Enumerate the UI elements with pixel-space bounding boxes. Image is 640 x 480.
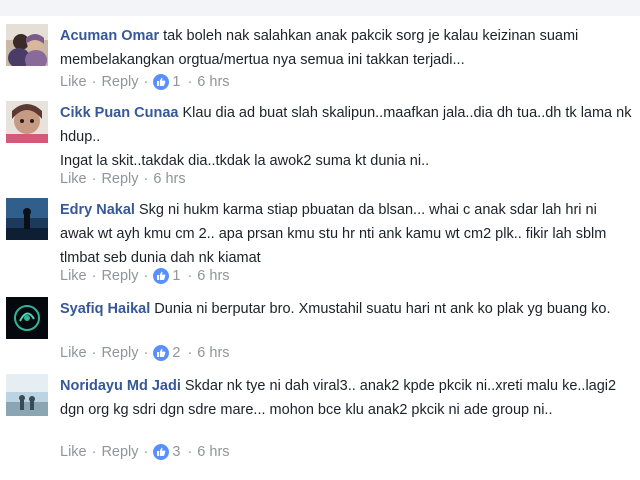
- like-button[interactable]: Like: [60, 266, 87, 286]
- comment-actions: Like · Reply · 3 · 6 hrs: [60, 442, 230, 462]
- separator: ·: [143, 268, 149, 284]
- avatar[interactable]: [6, 297, 48, 339]
- comment-author[interactable]: Acuman Omar: [60, 28, 159, 44]
- separator: ·: [91, 171, 97, 187]
- comment-actions: Like · Reply · 1 · 6 hrs: [60, 72, 230, 92]
- comment-body: Cikk Puan Cunaa Klau dia ad buat slah sk…: [60, 101, 632, 173]
- reply-button[interactable]: Reply: [101, 343, 138, 363]
- comment-author[interactable]: Syafiq Haikal: [60, 301, 150, 317]
- like-icon[interactable]: [153, 268, 170, 284]
- like-button[interactable]: Like: [60, 343, 87, 363]
- timestamp[interactable]: 6 hrs: [153, 169, 185, 189]
- comment-author[interactable]: Noridayu Md Jadi: [60, 378, 181, 394]
- timestamp[interactable]: 6 hrs: [197, 343, 229, 363]
- reply-button[interactable]: Reply: [101, 442, 138, 462]
- comment-author[interactable]: Cikk Puan Cunaa: [60, 105, 178, 121]
- like-icon[interactable]: [153, 444, 170, 460]
- top-band: [0, 0, 640, 16]
- comment-actions: Like · Reply · 2 · 6 hrs: [60, 343, 230, 363]
- avatar[interactable]: [6, 101, 48, 143]
- comment-text: Skg ni hukm karma stiap pbuatan da blsan…: [60, 202, 611, 266]
- separator: ·: [91, 74, 97, 90]
- comment-body: Acuman Omar tak boleh nak salahkan anak …: [60, 24, 632, 72]
- avatar[interactable]: [6, 374, 48, 416]
- separator: ·: [91, 345, 97, 361]
- reply-button[interactable]: Reply: [101, 266, 138, 286]
- separator: ·: [143, 74, 149, 90]
- comment-item: Cikk Puan Cunaa Klau dia ad buat slah sk…: [0, 101, 640, 197]
- comment-item: Noridayu Md Jadi Skdar nk tye ni dah vir…: [0, 374, 640, 470]
- comment-actions: Like · Reply · 6 hrs: [60, 169, 186, 189]
- separator: ·: [187, 345, 193, 361]
- like-count[interactable]: 1: [172, 72, 180, 92]
- comment-body: Noridayu Md Jadi Skdar nk tye ni dah vir…: [60, 374, 632, 422]
- separator: ·: [91, 444, 97, 460]
- separator: ·: [187, 74, 193, 90]
- separator: ·: [143, 171, 149, 187]
- timestamp[interactable]: 6 hrs: [197, 266, 229, 286]
- comment-body: Syafiq Haikal Dunia ni berputar bro. Xmu…: [60, 297, 632, 321]
- reply-button[interactable]: Reply: [101, 72, 138, 92]
- separator: ·: [143, 345, 149, 361]
- reply-button[interactable]: Reply: [101, 169, 138, 189]
- like-icon[interactable]: [153, 345, 170, 361]
- comment-item: Edry Nakal Skg ni hukm karma stiap pbuat…: [0, 198, 640, 294]
- like-count[interactable]: 3: [172, 442, 180, 462]
- avatar[interactable]: [6, 24, 48, 66]
- separator: ·: [187, 268, 193, 284]
- timestamp[interactable]: 6 hrs: [197, 442, 229, 462]
- like-button[interactable]: Like: [60, 442, 87, 462]
- like-button[interactable]: Like: [60, 72, 87, 92]
- comment-actions: Like · Reply · 1 · 6 hrs: [60, 266, 230, 286]
- like-icon[interactable]: [153, 74, 170, 90]
- separator: ·: [187, 444, 193, 460]
- comment-author[interactable]: Edry Nakal: [60, 202, 135, 218]
- like-count[interactable]: 2: [172, 343, 180, 363]
- avatar[interactable]: [6, 198, 48, 240]
- separator: ·: [143, 444, 149, 460]
- like-count[interactable]: 1: [172, 266, 180, 286]
- timestamp[interactable]: 6 hrs: [197, 72, 229, 92]
- separator: ·: [91, 268, 97, 284]
- comment-text: Dunia ni berputar bro. Xmustahil suatu h…: [154, 301, 611, 317]
- like-button[interactable]: Like: [60, 169, 87, 189]
- comment-body: Edry Nakal Skg ni hukm karma stiap pbuat…: [60, 198, 632, 270]
